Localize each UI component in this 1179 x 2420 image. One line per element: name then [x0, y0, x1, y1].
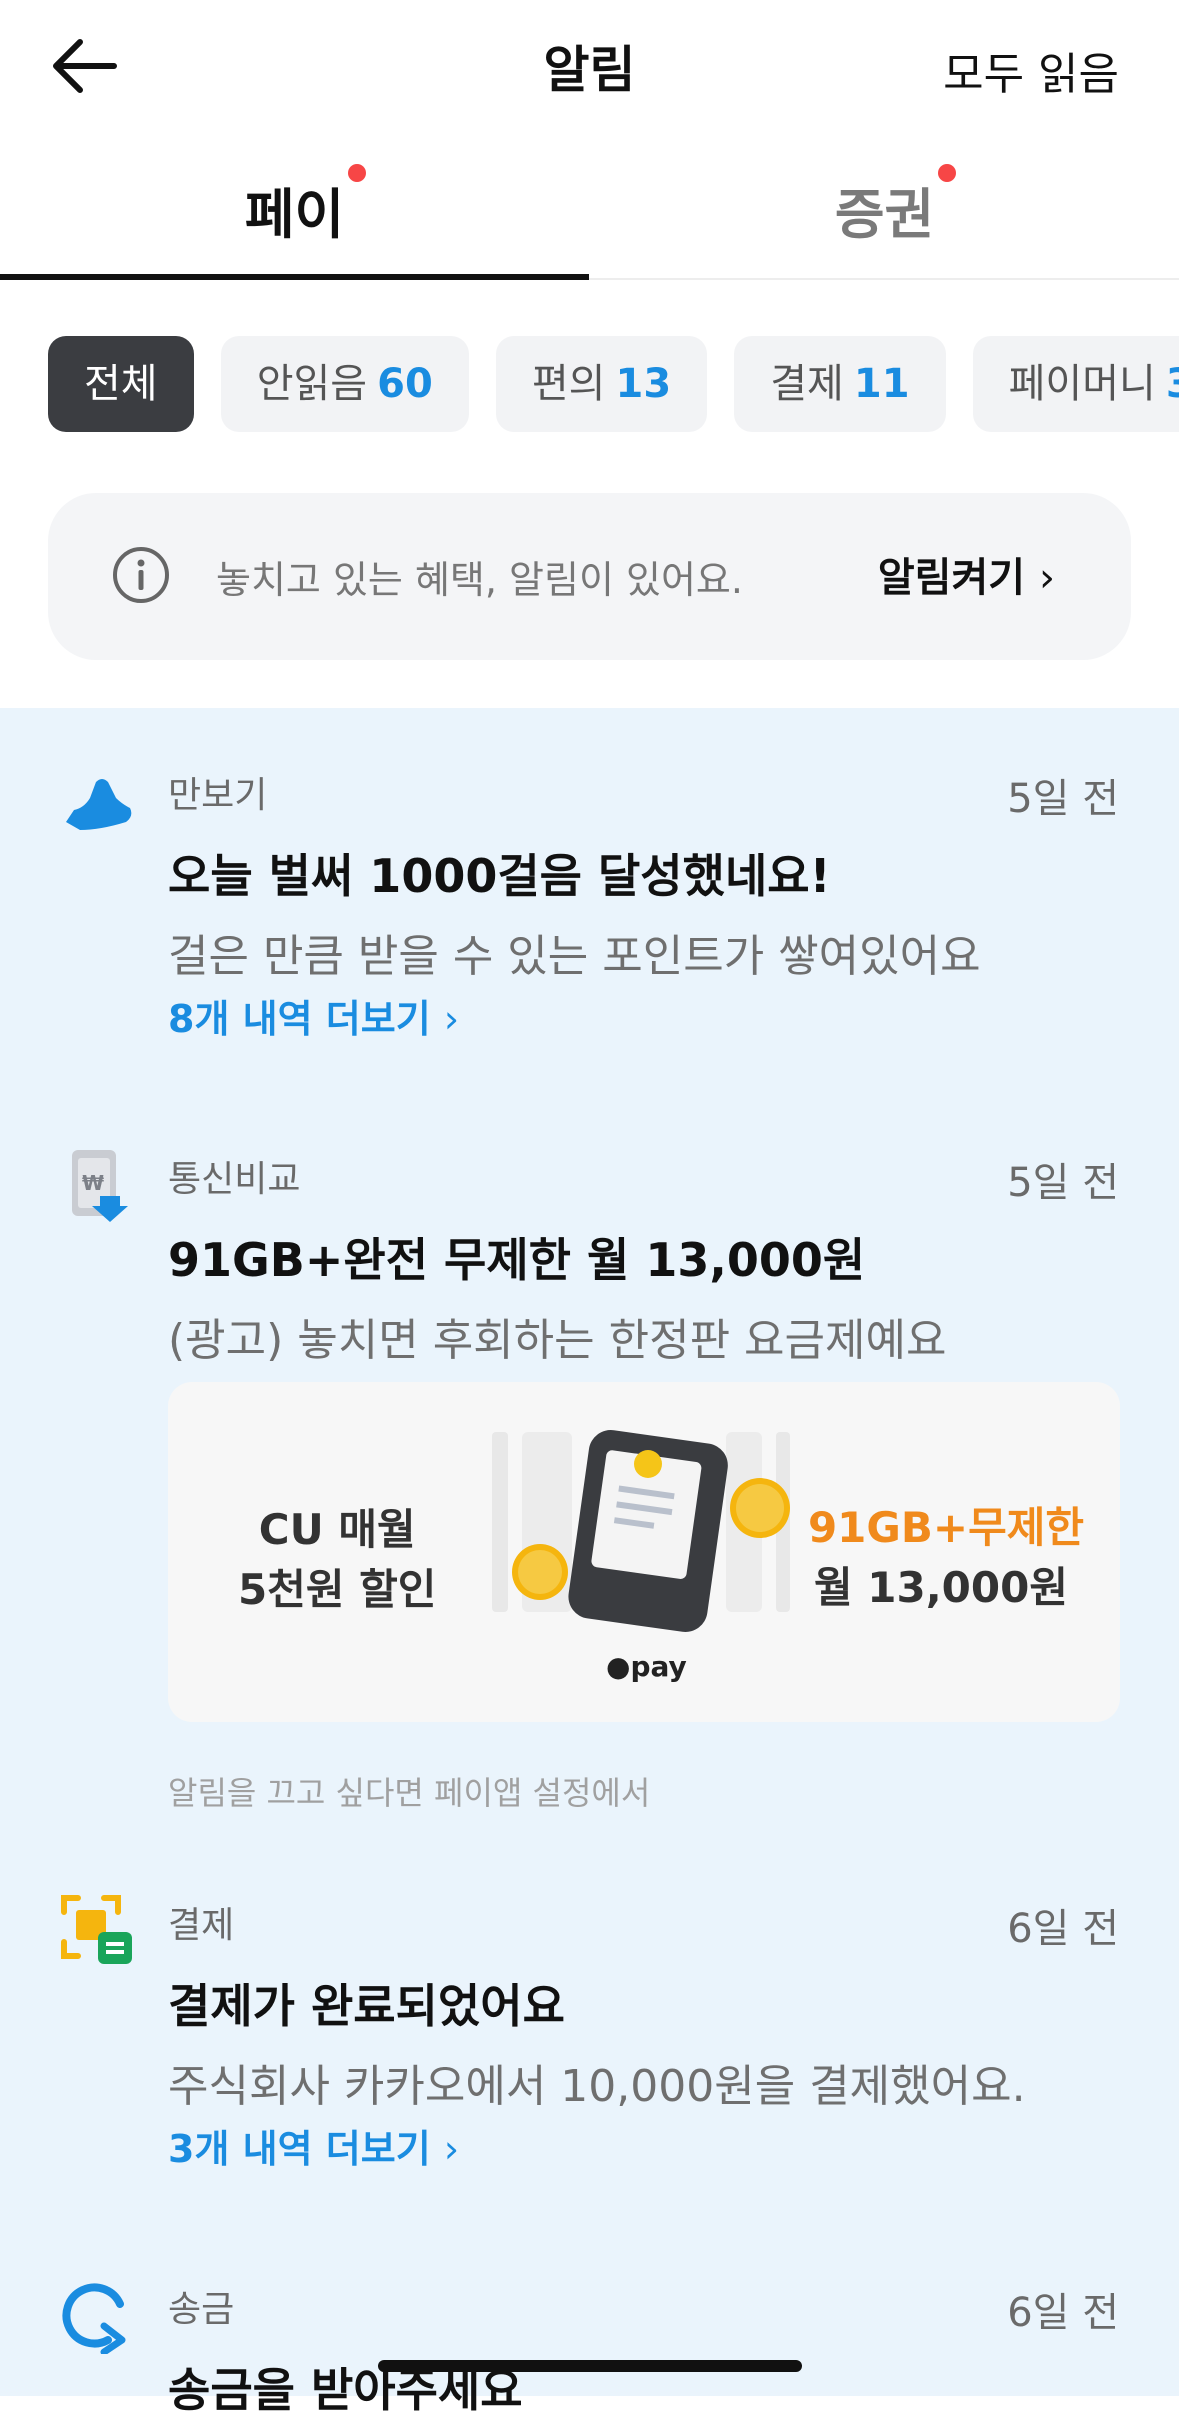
- tab-pay-label: 페이: [244, 183, 345, 246]
- settings-footnote: 알림을 끄고 싶다면 페이앱 설정에서: [168, 1774, 651, 1812]
- ad-left-text: CU 매월 5천원 할인: [238, 1500, 436, 1620]
- tab-securities-label: 증권: [834, 183, 935, 246]
- banner-text: 놓치고 있는 혜택, 알림이 있어요.: [216, 558, 743, 602]
- notification-description: 주식회사 카카오에서 10,000원을 결제했어요.: [168, 2061, 1026, 2112]
- chip-all[interactable]: 전체: [48, 336, 194, 432]
- chevron-right-icon: ›: [443, 2127, 460, 2171]
- tab-pay[interactable]: 페이: [0, 140, 589, 280]
- new-dot: [348, 164, 367, 182]
- enable-notifications-button[interactable]: 알림켜기 ›: [878, 545, 1055, 603]
- notification-description: 걸은 만큼 받을 수 있는 포인트가 쌓여있어요: [168, 931, 981, 982]
- notification-description: (광고) 놓치면 후회하는 한정판 요금제예요: [168, 1315, 947, 1366]
- notification-item[interactable]: ₩ 통신비교 5일 전 91GB+완전 무제한 월 13,000원 (광고) 놓…: [0, 1148, 1179, 1828]
- shoe-icon: [66, 779, 132, 830]
- view-more-link[interactable]: 8개 내역 더보기 ›: [168, 988, 459, 1043]
- chip-label: 페이머니: [1008, 361, 1156, 407]
- read-all-button[interactable]: 모두 읽음: [943, 38, 1119, 102]
- chip-count: 3: [1166, 361, 1179, 407]
- notification-title: 오늘 벌써 1000걸음 달성했네요!: [168, 849, 831, 903]
- notification-time: 5일 전: [1007, 776, 1119, 822]
- chip-count: 11: [853, 361, 910, 407]
- notification-item[interactable]: 결제 6일 전 결제가 완료되었어요 주식회사 카카오에서 10,000원을 결…: [0, 1894, 1179, 2171]
- view-more-label: 8개 내역 더보기: [168, 997, 431, 1041]
- banner-action-label: 알림켜기: [877, 555, 1026, 601]
- svg-text:₩: ₩: [82, 1171, 104, 1195]
- chevron-right-icon: ›: [443, 997, 460, 1041]
- notification-settings-banner[interactable]: 놓치고 있는 혜택, 알림이 있어요. 알림켜기 ›: [48, 493, 1131, 660]
- ad-banner[interactable]: CU 매월 5천원 할인 91GB+무제한 월 13,000원 ●pay: [168, 1382, 1120, 1722]
- transfer-icon: [62, 2283, 126, 2354]
- notification-time: 6일 전: [1007, 2290, 1119, 2336]
- tab-underline: [0, 274, 589, 280]
- pay-logo: ●pay: [606, 1650, 687, 1683]
- header: 알림 모두 읽음: [0, 0, 1179, 135]
- chip-convenience[interactable]: 편의 13: [495, 336, 708, 432]
- view-more-link[interactable]: 3개 내역 더보기 ›: [168, 2118, 459, 2173]
- notification-time: 6일 전: [1007, 1906, 1119, 1952]
- ad-left-line2: 5천원 할인: [238, 1565, 437, 1614]
- notification-category: 결제: [168, 1905, 235, 1946]
- info-icon: [113, 547, 169, 603]
- tab-securities[interactable]: 증권: [590, 140, 1179, 278]
- chip-label: 편의: [531, 361, 606, 407]
- notification-item[interactable]: 송금 6일 전 송금을 받아주세요: [0, 2278, 1179, 2417]
- chip-unread[interactable]: 안읽음 60: [220, 336, 469, 432]
- pay-logo-text: pay: [630, 1650, 687, 1683]
- notification-item[interactable]: 만보기 5일 전 오늘 벌써 1000걸음 달성했네요! 걸은 만큼 받을 수 …: [0, 764, 1179, 1041]
- chip-label: 전체: [84, 361, 158, 407]
- tab-bar: 페이 증권: [0, 140, 1179, 280]
- ad-left-line1: CU 매월: [258, 1505, 416, 1554]
- notification-category: 송금: [168, 2289, 235, 2330]
- chat-bubble-icon: ●: [606, 1650, 631, 1683]
- home-indicator: [378, 2360, 802, 2372]
- chip-payment[interactable]: 결제 11: [734, 336, 946, 432]
- notification-title: 결제가 완료되었어요: [168, 1979, 565, 2033]
- filter-chips: 전체 안읽음60 편의13 결제11 페이머니3: [48, 336, 1179, 432]
- ad-right-line2: 월 13,000원: [814, 1563, 1068, 1612]
- notification-time: 5일 전: [1007, 1160, 1119, 1206]
- notification-category: 통신비교: [168, 1159, 301, 1200]
- chip-count: 60: [377, 361, 433, 407]
- view-more-label: 3개 내역 더보기: [168, 2127, 431, 2171]
- chip-label: 결제: [770, 361, 844, 407]
- new-dot: [938, 164, 957, 182]
- ad-right-line1: 91GB+무제한: [807, 1503, 1084, 1552]
- phone-coins-illustration: [492, 1430, 790, 1632]
- payment-icon: [61, 1895, 132, 1964]
- chip-count: 13: [615, 361, 672, 407]
- notification-category: 만보기: [168, 775, 268, 816]
- phone-bill-icon: ₩: [72, 1150, 128, 1222]
- notification-feed: 만보기 5일 전 오늘 벌써 1000걸음 달성했네요! 걸은 만큼 받을 수 …: [0, 708, 1179, 2417]
- notification-title: 91GB+완전 무제한 월 13,000원: [168, 1233, 866, 1287]
- chip-paymoney[interactable]: 페이머니3: [972, 336, 1179, 432]
- chip-label: 안읽음: [256, 361, 368, 407]
- chevron-right-icon: ›: [1039, 555, 1055, 601]
